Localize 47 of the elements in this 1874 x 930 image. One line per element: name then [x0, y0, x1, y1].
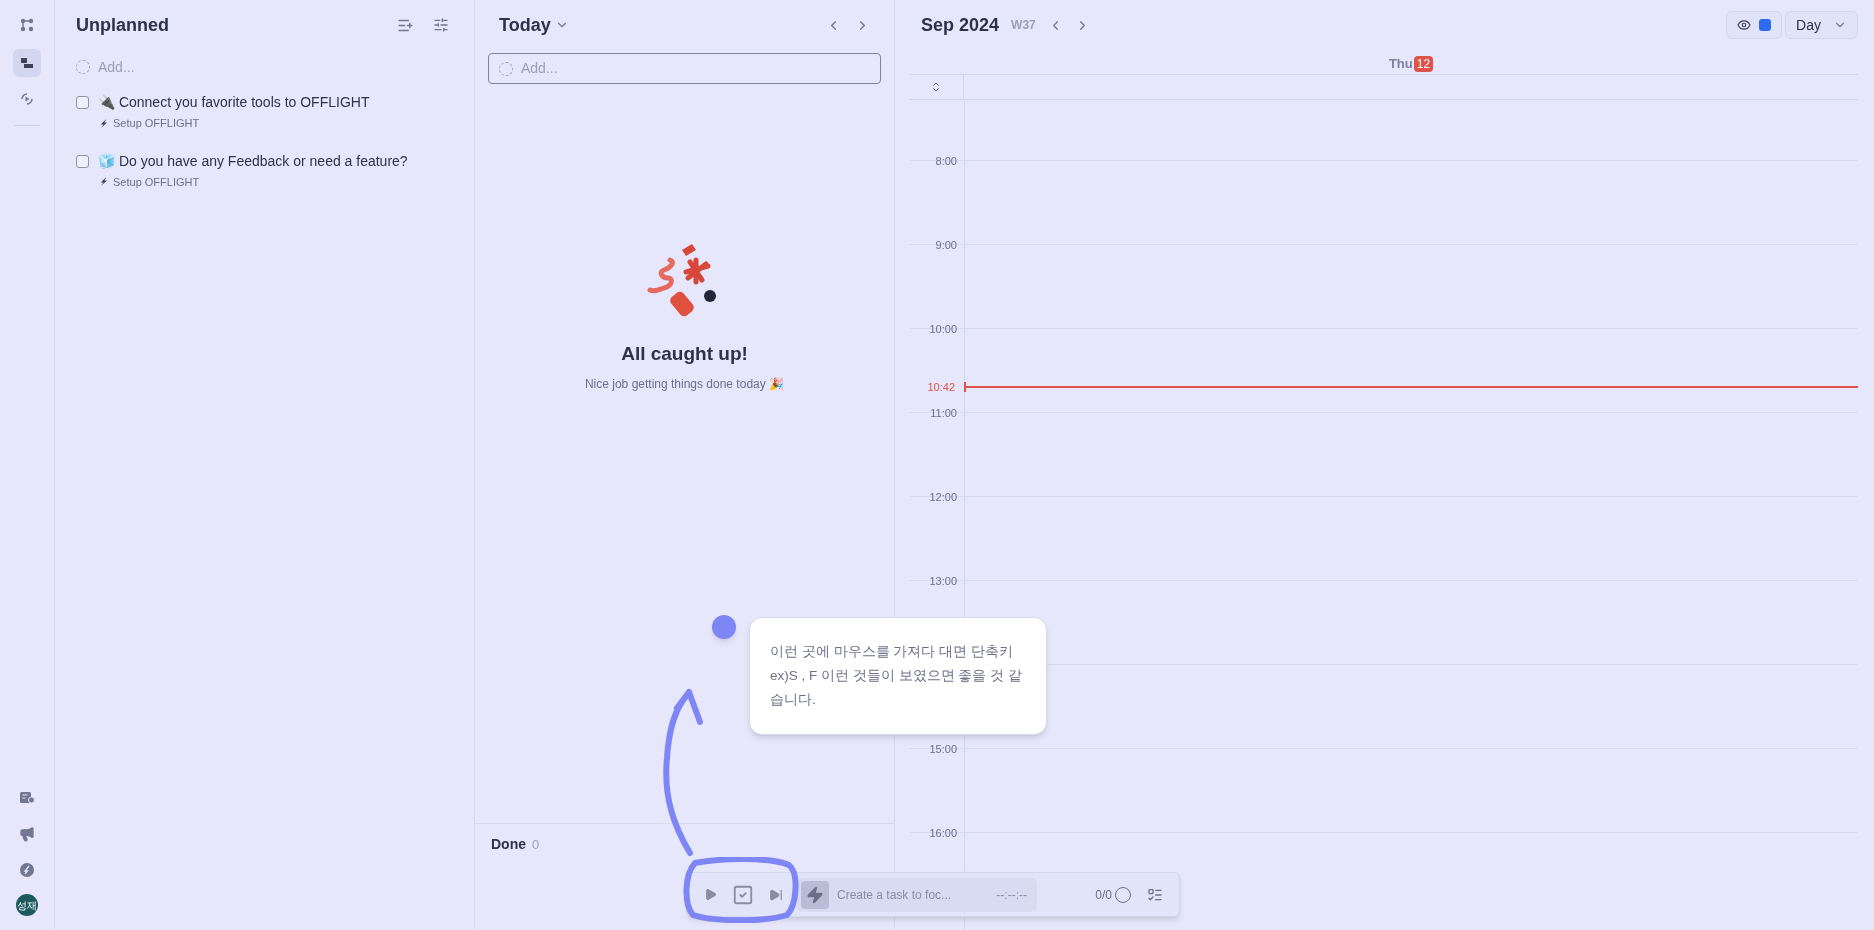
hour-label: 13:00 [928, 574, 957, 589]
skip-button[interactable] [769, 887, 783, 902]
project-label: Setup OFFLIGHT [113, 174, 200, 190]
visibility-button[interactable] [1726, 11, 1783, 39]
bolt-tile-icon [801, 880, 829, 909]
complete-button[interactable] [732, 883, 754, 906]
hour-label: 16:00 [928, 826, 957, 841]
blocks-icon [19, 55, 35, 71]
progress-count: 0/0 [1095, 886, 1112, 904]
annotation-note: 이런 곳에 마우스를 가져다 대면 단축키 ex)S , F 이런 것들이 보였으면 좋을 것 같습니다. [749, 617, 1047, 735]
panel-title[interactable]: Today [499, 11, 551, 39]
nodes-icon[interactable] [19, 17, 35, 33]
replay-icon[interactable] [19, 91, 35, 107]
panel-title: Unplanned [76, 13, 169, 37]
empty-subtitle: Nice job getting things done today 🎉 [584, 375, 785, 393]
eye-icon [1737, 18, 1752, 32]
task-title[interactable]: 🔌 Connect you favorite tools to OFFLIGHT [98, 93, 370, 111]
hour-label: 15:00 [928, 742, 957, 757]
task-list-icon[interactable] [1147, 886, 1163, 903]
week-label: W37 [1011, 17, 1036, 34]
current-time-label: 10:42 [926, 379, 955, 395]
empty-title: All caught up! [621, 342, 748, 366]
hour-label: 12:00 [928, 490, 957, 505]
chat-bolt-icon[interactable] [19, 862, 35, 878]
filter-icon[interactable] [433, 17, 449, 33]
expand-icon[interactable] [930, 81, 942, 93]
hour-label: 9:00 [934, 238, 957, 253]
planner-tab[interactable] [13, 49, 41, 77]
month-title: Sep 2024 [921, 13, 1000, 37]
megaphone-icon[interactable] [19, 826, 35, 842]
hour-label: 10:00 [928, 322, 957, 337]
task-title[interactable]: 🧊 Do you have any Feedback or need a feature? [98, 151, 408, 170]
feedback-list-icon[interactable] [19, 790, 35, 806]
task-checkbox[interactable] [76, 96, 89, 109]
done-count: 0 [532, 836, 540, 854]
section-title[interactable]: Done [491, 834, 526, 855]
day-number-badge: 12 [1413, 56, 1434, 72]
view-dropdown[interactable]: Day [1785, 11, 1858, 39]
day-label: Thu [1388, 55, 1413, 74]
task-checkbox[interactable] [76, 154, 89, 168]
project-label: Setup OFFLIGHT [113, 116, 200, 131]
play-button[interactable] [704, 888, 717, 901]
user-avatar[interactable]: 성재 [16, 894, 38, 916]
timer-text: --:--:-- [996, 886, 1027, 904]
hour-label: 11:00 [929, 406, 957, 421]
calendar-color-icon [1759, 19, 1772, 31]
hour-label: 8:00 [934, 154, 957, 169]
